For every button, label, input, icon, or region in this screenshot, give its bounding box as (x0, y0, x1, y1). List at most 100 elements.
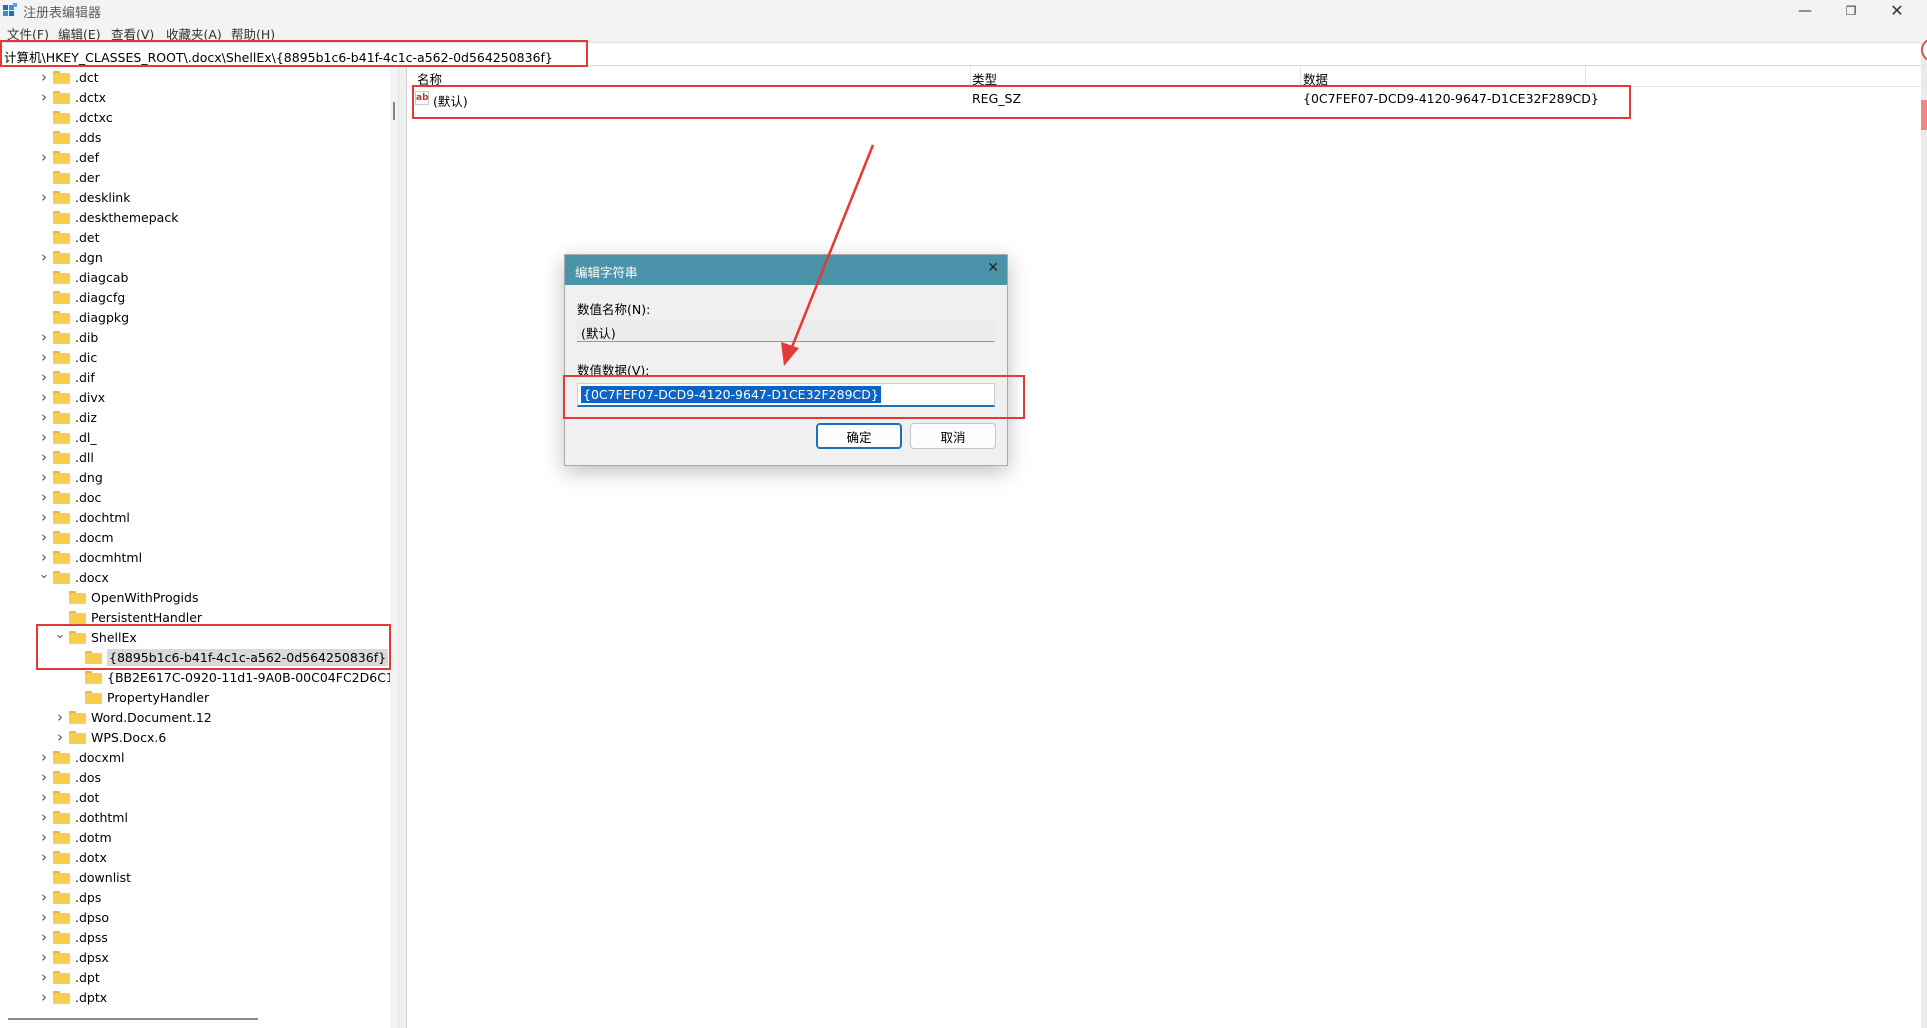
menu-view[interactable]: 查看(V) (111, 24, 154, 43)
menu-favorites[interactable]: 收藏夹(A) (166, 24, 222, 43)
chevron-right-icon[interactable]: › (38, 487, 50, 507)
tree-item[interactable]: › .dib (38, 327, 98, 347)
chevron-right-icon[interactable]: › (38, 807, 50, 827)
value-data-input[interactable]: {0C7FEF07-DCD9-4120-9647-D1CE32F289CD} (577, 383, 995, 407)
tree-item[interactable]: › .dpss (38, 927, 108, 947)
chevron-right-icon[interactable]: › (38, 767, 50, 787)
tree-scrollbar[interactable] (390, 66, 398, 1028)
tree-item[interactable]: › .dotx (38, 847, 107, 867)
tree-horizontal-scrollbar[interactable] (8, 1018, 258, 1020)
tree-item[interactable]: › .dochtml (38, 507, 130, 527)
tree-item[interactable]: › .docxml (38, 747, 124, 767)
chevron-right-icon[interactable]: › (38, 387, 50, 407)
tree-item[interactable]: PersistentHandler (54, 607, 202, 627)
table-row[interactable]: ab (默认) REG_SZ {0C7FEF07-DCD9-4120-9647-… (407, 88, 1922, 109)
dialog-title-bar[interactable]: 编辑字符串 ✕ (565, 255, 1007, 285)
tree-item[interactable]: › .dot (38, 787, 99, 807)
menu-file[interactable]: 文件(F) (7, 24, 49, 43)
tree-item[interactable]: › .dotm (38, 827, 112, 847)
tree-item[interactable]: .deskthemepack (38, 207, 178, 227)
minimize-button[interactable]: — (1782, 0, 1828, 21)
tree-item[interactable]: › .dos (38, 767, 101, 787)
chevron-right-icon[interactable]: › (38, 507, 50, 527)
menu-edit[interactable]: 编辑(E) (58, 24, 101, 43)
tree-item[interactable]: › .dctx (38, 87, 106, 107)
column-divider[interactable] (1585, 66, 1586, 86)
tree-item[interactable]: .dds (38, 127, 101, 147)
tree-item[interactable]: › .doc (38, 487, 101, 507)
registry-key-tree[interactable]: › .dct › .dctx .dctxc .dds › .def .der › .desklink… (0, 66, 398, 1028)
tree-item[interactable]: ⌄ ShellEx (54, 627, 137, 647)
chevron-right-icon[interactable]: › (38, 247, 50, 267)
tree-item[interactable]: › .dothtml (38, 807, 128, 827)
tree-item[interactable]: › .def (38, 147, 99, 167)
tree-item[interactable]: {BB2E617C-0920-11d1-9A0B-00C04FC2D6C1} (70, 667, 398, 687)
chevron-down-icon[interactable]: ⌄ (54, 624, 66, 644)
tree-item[interactable]: .der (38, 167, 100, 187)
tree-item[interactable]: {8895b1c6-b41f-4c1c-a562-0d564250836f} (70, 647, 389, 667)
tree-item[interactable]: .det (38, 227, 100, 247)
tree-item[interactable]: PropertyHandler (70, 687, 209, 707)
tree-item[interactable]: › .dif (38, 367, 95, 387)
cancel-button[interactable]: 取消 (910, 423, 996, 449)
chevron-right-icon[interactable]: › (38, 787, 50, 807)
tree-item[interactable]: › .dpso (38, 907, 109, 927)
chevron-right-icon[interactable]: › (38, 847, 50, 867)
tree-item[interactable]: › .divx (38, 387, 105, 407)
tree-scrollbar-thumb[interactable] (393, 102, 395, 120)
tree-item[interactable]: ⌄ .docx (38, 567, 109, 587)
maximize-button[interactable]: ❐ (1828, 0, 1874, 21)
chevron-right-icon[interactable]: › (38, 67, 50, 87)
chevron-right-icon[interactable]: › (38, 747, 50, 767)
tree-item[interactable]: › .docm (38, 527, 114, 547)
tree-item[interactable]: › WPS.Docx.6 (54, 727, 166, 747)
value-data-selected-text[interactable]: {0C7FEF07-DCD9-4120-9647-D1CE32F289CD} (581, 386, 881, 403)
chevron-right-icon[interactable]: › (38, 987, 50, 1007)
column-type[interactable]: 类型 (972, 69, 997, 88)
tree-item[interactable]: .diagcfg (38, 287, 125, 307)
chevron-right-icon[interactable]: › (38, 967, 50, 987)
chevron-right-icon[interactable]: › (38, 887, 50, 907)
tree-item[interactable]: › .dpsx (38, 947, 109, 967)
tree-item[interactable]: › .dpt (38, 967, 100, 987)
chevron-right-icon[interactable]: › (38, 407, 50, 427)
chevron-right-icon[interactable]: › (38, 147, 50, 167)
chevron-right-icon[interactable]: › (54, 707, 66, 727)
chevron-right-icon[interactable]: › (38, 327, 50, 347)
column-divider[interactable] (1300, 66, 1301, 86)
ok-button[interactable]: 确定 (816, 423, 902, 449)
chevron-right-icon[interactable]: › (38, 907, 50, 927)
chevron-right-icon[interactable]: › (38, 447, 50, 467)
chevron-right-icon[interactable]: › (38, 927, 50, 947)
chevron-right-icon[interactable]: › (38, 427, 50, 447)
tree-item[interactable]: OpenWithProgids (54, 587, 198, 607)
chevron-right-icon[interactable]: › (54, 727, 66, 747)
tree-item[interactable]: › .dct (38, 67, 99, 87)
chevron-right-icon[interactable]: › (38, 467, 50, 487)
tree-item[interactable]: › .dgn (38, 247, 103, 267)
tree-item[interactable]: › Word.Document.12 (54, 707, 212, 727)
tree-item[interactable]: .diagpkg (38, 307, 129, 327)
address-bar[interactable]: 计算机\HKEY_CLASSES_ROOT\.docx\ShellEx\{889… (0, 42, 1927, 66)
chevron-right-icon[interactable]: › (38, 527, 50, 547)
menu-help[interactable]: 帮助(H) (231, 24, 275, 43)
tree-item[interactable]: .diagcab (38, 267, 128, 287)
values-list[interactable]: 名称 类型 数据 ab (默认) REG_SZ {0C7FEF07-DCD9-4… (406, 66, 1922, 1028)
tree-item[interactable]: › .dptx (38, 987, 107, 1007)
chevron-right-icon[interactable]: › (38, 87, 50, 107)
tree-item[interactable]: › .dng (38, 467, 103, 487)
column-name[interactable]: 名称 (417, 69, 442, 88)
column-data[interactable]: 数据 (1303, 69, 1328, 88)
column-divider[interactable] (970, 66, 971, 86)
chevron-right-icon[interactable]: › (38, 347, 50, 367)
tree-item[interactable]: › .desklink (38, 187, 130, 207)
tree-item[interactable]: › .dll (38, 447, 94, 467)
tree-item[interactable]: › .diz (38, 407, 97, 427)
dialog-close-icon[interactable]: ✕ (987, 260, 999, 276)
close-button[interactable]: ✕ (1874, 0, 1920, 21)
chevron-right-icon[interactable]: › (38, 827, 50, 847)
chevron-right-icon[interactable]: › (38, 947, 50, 967)
tree-item[interactable]: › .dps (38, 887, 101, 907)
chevron-right-icon[interactable]: › (38, 367, 50, 387)
chevron-down-icon[interactable]: ⌄ (38, 564, 50, 584)
